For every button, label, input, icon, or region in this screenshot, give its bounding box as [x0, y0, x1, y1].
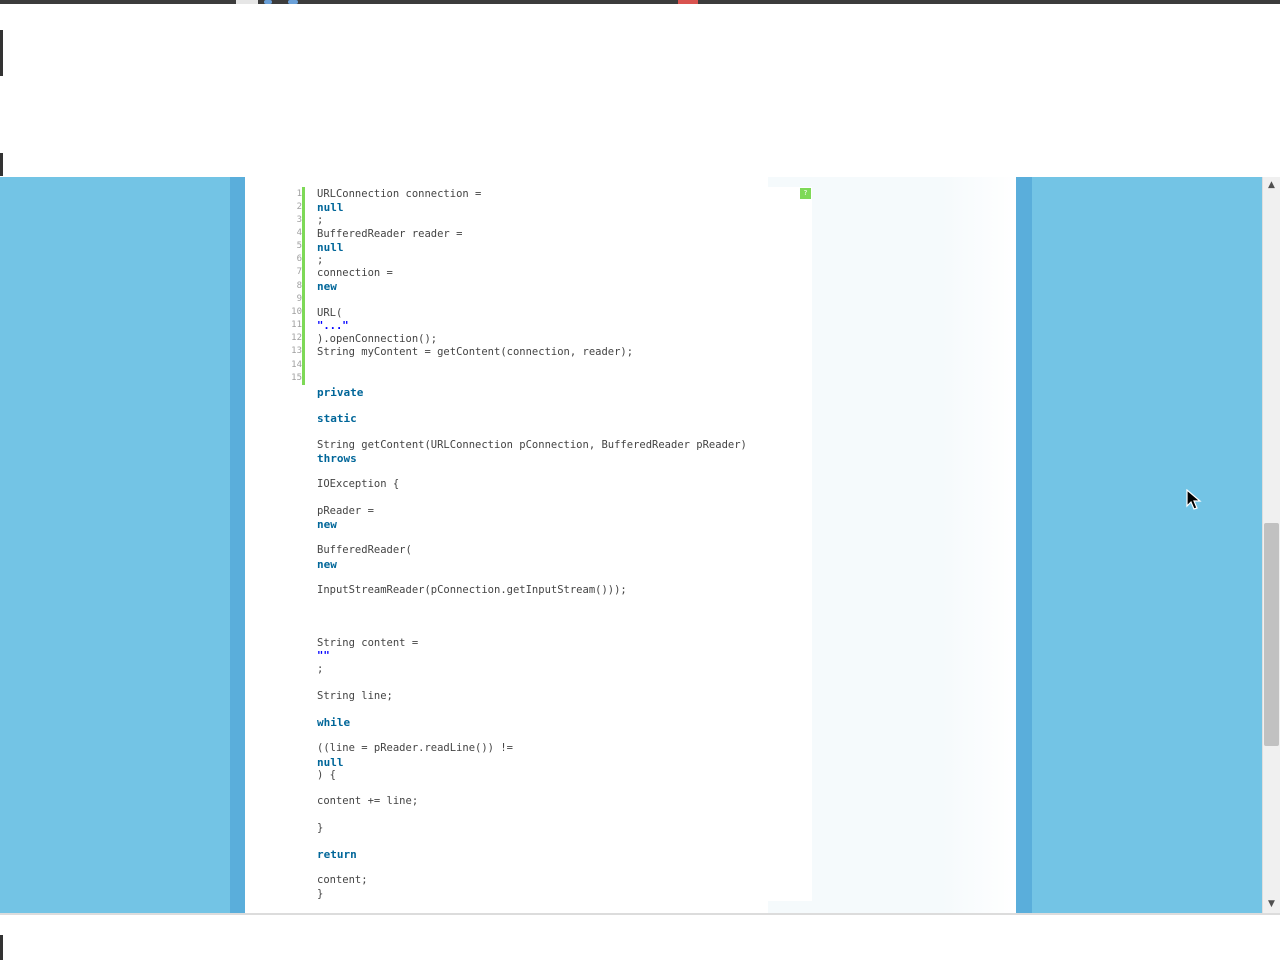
code-line: content += line; — [317, 795, 419, 807]
vertical-scrollbar[interactable]: ▲ ▼ — [1262, 177, 1280, 913]
code-keyword: null — [317, 756, 344, 769]
code-keyword: static — [317, 412, 357, 425]
tab-icon-2 — [288, 0, 298, 4]
code-keyword: while — [317, 716, 351, 729]
scroll-up-arrow-icon[interactable]: ▲ — [1263, 177, 1280, 194]
code-help-icon[interactable]: ? — [800, 188, 811, 199]
code-line: pReader = — [317, 505, 374, 517]
code-line: String getContent(URLConnection pConnect… — [317, 439, 747, 451]
code-line: IOException { — [317, 478, 400, 490]
code-line: String line; — [317, 690, 393, 702]
code-keyword: return — [317, 848, 357, 861]
code-line: String content = — [317, 637, 419, 649]
code-line: } — [317, 822, 324, 834]
code-line: String myContent = getContent(connection… — [317, 346, 634, 358]
code-line: ; — [317, 254, 324, 266]
scroll-down-arrow-icon[interactable]: ▼ — [1263, 896, 1280, 913]
notification-icon — [678, 0, 698, 4]
bottom-border — [0, 913, 1280, 915]
code-string: "..." — [317, 320, 349, 332]
code-keyword: throws — [317, 452, 357, 465]
code-line: URL( — [317, 307, 343, 319]
line-number: 14 — [291, 360, 302, 370]
code-keyword: private — [317, 386, 364, 399]
tab-icon — [264, 0, 272, 4]
code-keyword: null — [317, 241, 344, 254]
code-keyword: null — [317, 201, 344, 214]
code-keyword: new — [317, 518, 337, 531]
code-keyword: new — [317, 558, 337, 571]
line-number: 10 — [291, 307, 302, 317]
code-line: ; — [317, 214, 324, 226]
top-browser-bar — [0, 0, 1280, 4]
left-edge-mark — [0, 935, 3, 960]
code-keyword: new — [317, 280, 337, 293]
code-line: URLConnection connection = — [317, 188, 482, 200]
left-edge-mark — [0, 30, 3, 76]
scroll-thumb[interactable] — [1264, 523, 1279, 746]
code-line: BufferedReader reader = — [317, 228, 463, 240]
code-line: ((line = pReader.readLine()) != — [317, 742, 513, 754]
code-line: ) { — [317, 769, 336, 781]
line-number: 11 — [291, 320, 302, 330]
line-number: 13 — [291, 346, 302, 356]
code-line: ; — [317, 663, 324, 675]
code-line: ).openConnection(); — [317, 333, 438, 345]
code-string: "" — [317, 650, 330, 662]
line-number: 12 — [291, 333, 302, 343]
left-edge-mark — [0, 153, 3, 176]
code-line: connection = — [317, 267, 393, 279]
code-line: } — [317, 888, 324, 900]
gutter-highlight-bar — [302, 187, 305, 385]
line-number: 15 — [291, 373, 302, 383]
code-line: BufferedReader( — [317, 544, 412, 556]
code-line: content; — [317, 874, 368, 886]
code-line: InputStreamReader(pConnection.getInputSt… — [317, 584, 627, 596]
mouse-cursor-icon — [1186, 489, 1202, 510]
tab-fragment — [236, 0, 258, 4]
